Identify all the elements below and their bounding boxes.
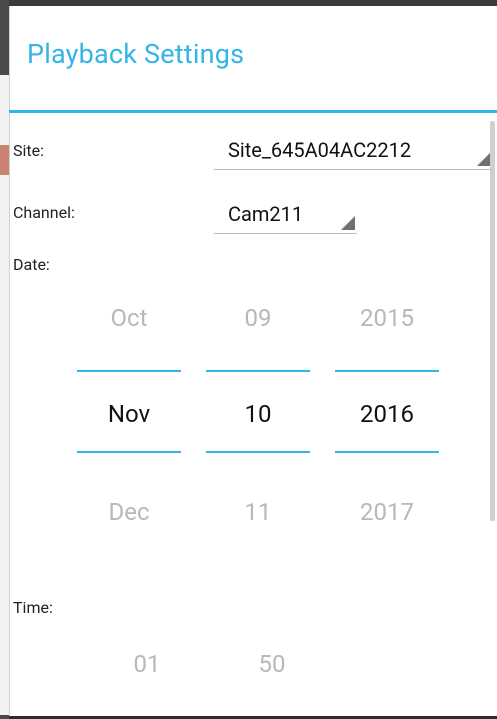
month-divider-top [77, 370, 181, 372]
title-divider [9, 110, 497, 113]
background-accent [0, 145, 9, 175]
site-spinner-value: Site_645A04AC2212 [228, 138, 412, 162]
year-divider-top [335, 370, 439, 372]
year-current[interactable]: 2016 [335, 400, 439, 428]
dialog-title: Playback Settings [27, 38, 245, 70]
day-prev[interactable]: 09 [206, 304, 310, 332]
hour-prev[interactable]: 01 [95, 650, 199, 678]
minute-prev[interactable]: 50 [220, 650, 324, 678]
dropdown-caret-icon [341, 216, 355, 230]
month-prev[interactable]: Oct [77, 304, 181, 332]
day-divider-top [206, 370, 310, 372]
time-label: Time: [13, 598, 53, 617]
day-next[interactable]: 11 [206, 498, 310, 526]
day-divider-bottom [206, 451, 310, 453]
year-divider-bottom [335, 451, 439, 453]
site-label: Site: [13, 141, 44, 160]
day-current[interactable]: 10 [206, 400, 310, 428]
month-current[interactable]: Nov [77, 400, 181, 428]
year-next[interactable]: 2017 [335, 498, 439, 526]
channel-spinner[interactable]: Cam211 [214, 196, 357, 234]
month-divider-bottom [77, 451, 181, 453]
year-prev[interactable]: 2015 [335, 304, 439, 332]
dropdown-caret-icon [477, 152, 491, 166]
channel-label: Channel: [13, 203, 75, 222]
channel-spinner-value: Cam211 [228, 202, 304, 226]
background-left-strip [0, 0, 9, 719]
site-spinner[interactable]: Site_645A04AC2212 [214, 132, 493, 170]
month-next[interactable]: Dec [77, 498, 181, 526]
date-label: Date: [13, 255, 50, 274]
scrollbar[interactable] [490, 121, 495, 521]
